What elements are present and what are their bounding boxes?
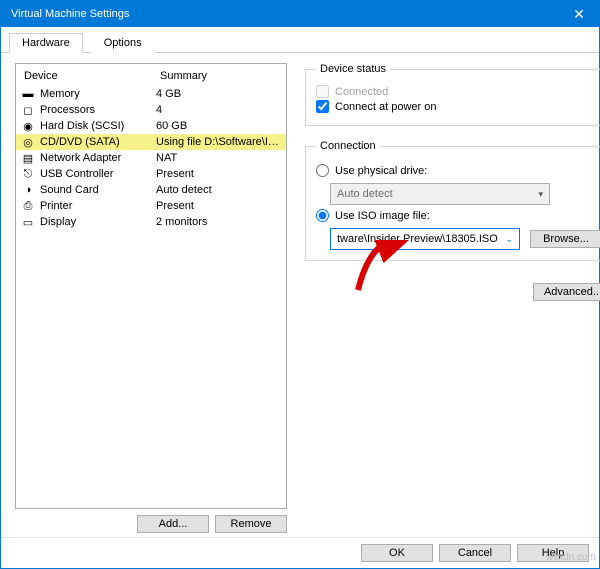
add-button[interactable]: Add... xyxy=(137,515,209,533)
device-row[interactable]: ◎ CD/DVD (SATA)Using file D:\Software\Ins… xyxy=(16,134,286,150)
iso-path-value: tware\Insider Preview\18305.ISO xyxy=(337,233,498,245)
connected-checkbox-row[interactable]: Connected xyxy=(316,85,600,98)
connect-at-poweron-checkbox[interactable] xyxy=(316,100,329,113)
browse-button[interactable]: Browse... xyxy=(530,230,600,248)
ok-button[interactable]: OK xyxy=(361,544,433,562)
use-physical-drive-row[interactable]: Use physical drive: xyxy=(316,164,600,177)
printer-icon: ⎙ xyxy=(20,199,36,213)
tab-hardware[interactable]: Hardware xyxy=(9,33,83,53)
column-summary[interactable]: Summary xyxy=(160,70,278,82)
use-iso-radio[interactable] xyxy=(316,209,329,222)
use-physical-drive-radio[interactable] xyxy=(316,164,329,177)
usb-icon: ⎋ xyxy=(20,167,36,181)
connection-legend: Connection xyxy=(316,140,380,152)
device-summary: Auto detect xyxy=(156,184,282,196)
device-name: Memory xyxy=(40,88,156,100)
network-icon: ▤ xyxy=(20,151,36,165)
chevron-down-icon: ▾ xyxy=(538,189,543,200)
device-summary: 4 xyxy=(156,104,282,116)
device-summary: Present xyxy=(156,200,282,212)
connected-label: Connected xyxy=(335,86,388,98)
device-summary: Using file D:\Software\Insider ... xyxy=(156,136,282,148)
device-status-group: Device status Connected Connect at power… xyxy=(305,63,600,126)
close-button[interactable]: ✕ xyxy=(559,1,599,27)
device-list-header: Device Summary xyxy=(16,66,286,86)
device-summary: 4 GB xyxy=(156,88,282,100)
device-summary: 60 GB xyxy=(156,120,282,132)
remove-button[interactable]: Remove xyxy=(215,515,287,533)
use-physical-drive-label: Use physical drive: xyxy=(335,165,427,177)
cancel-button[interactable]: Cancel xyxy=(439,544,511,562)
physical-drive-combo: Auto detect ▾ xyxy=(330,183,550,205)
physical-drive-value: Auto detect xyxy=(337,188,393,200)
watermark: wsxdn.com xyxy=(546,552,596,563)
device-row[interactable]: ▤ Network AdapterNAT xyxy=(16,150,286,166)
title-bar: Virtual Machine Settings ✕ xyxy=(1,1,599,27)
disk-icon: ◉ xyxy=(20,119,36,133)
device-name: CD/DVD (SATA) xyxy=(40,136,156,148)
device-name: Display xyxy=(40,216,156,228)
device-summary: Present xyxy=(156,168,282,180)
device-row[interactable]: ⎙ PrinterPresent xyxy=(16,198,286,214)
use-iso-row[interactable]: Use ISO image file: xyxy=(316,209,600,222)
cpu-icon: ◻ xyxy=(20,103,36,117)
use-iso-label: Use ISO image file: xyxy=(335,210,430,222)
cd-icon: ◎ xyxy=(20,135,36,149)
device-status-legend: Device status xyxy=(316,63,390,75)
device-name: Sound Card xyxy=(40,184,156,196)
column-device[interactable]: Device xyxy=(24,70,160,82)
dialog-footer: OK Cancel Help xyxy=(1,537,599,568)
connect-at-poweron-label: Connect at power on xyxy=(335,101,437,113)
sound-icon: ◑ xyxy=(20,183,36,197)
connect-at-poweron-row[interactable]: Connect at power on xyxy=(316,100,600,113)
device-row[interactable]: ⎋ USB ControllerPresent xyxy=(16,166,286,182)
connected-checkbox xyxy=(316,85,329,98)
device-name: Printer xyxy=(40,200,156,212)
window-title: Virtual Machine Settings xyxy=(11,8,129,20)
device-row[interactable]: ◻ Processors4 xyxy=(16,102,286,118)
device-row[interactable]: ▭ Display2 monitors xyxy=(16,214,286,230)
device-list[interactable]: Device Summary ▬ Memory4 GB ◻ Processors4 ◉ H… xyxy=(15,63,287,509)
advanced-button[interactable]: Advanced... xyxy=(533,283,600,301)
device-summary: NAT xyxy=(156,152,282,164)
chevron-down-icon: ⌄ xyxy=(505,234,513,245)
close-icon: ✕ xyxy=(573,6,585,23)
device-name: Hard Disk (SCSI) xyxy=(40,120,156,132)
device-name: USB Controller xyxy=(40,168,156,180)
device-name: Processors xyxy=(40,104,156,116)
device-summary: 2 monitors xyxy=(156,216,282,228)
iso-path-combo[interactable]: tware\Insider Preview\18305.ISO ⌄ xyxy=(330,228,520,250)
device-row[interactable]: ◑ Sound CardAuto detect xyxy=(16,182,286,198)
display-icon: ▭ xyxy=(20,215,36,229)
connection-group: Connection Use physical drive: Auto dete… xyxy=(305,140,600,261)
tab-strip: Hardware Options xyxy=(1,33,599,53)
memory-icon: ▬ xyxy=(20,87,36,101)
device-row[interactable]: ◉ Hard Disk (SCSI)60 GB xyxy=(16,118,286,134)
device-row[interactable]: ▬ Memory4 GB xyxy=(16,86,286,102)
device-name: Network Adapter xyxy=(40,152,156,164)
tab-options[interactable]: Options xyxy=(91,33,155,53)
